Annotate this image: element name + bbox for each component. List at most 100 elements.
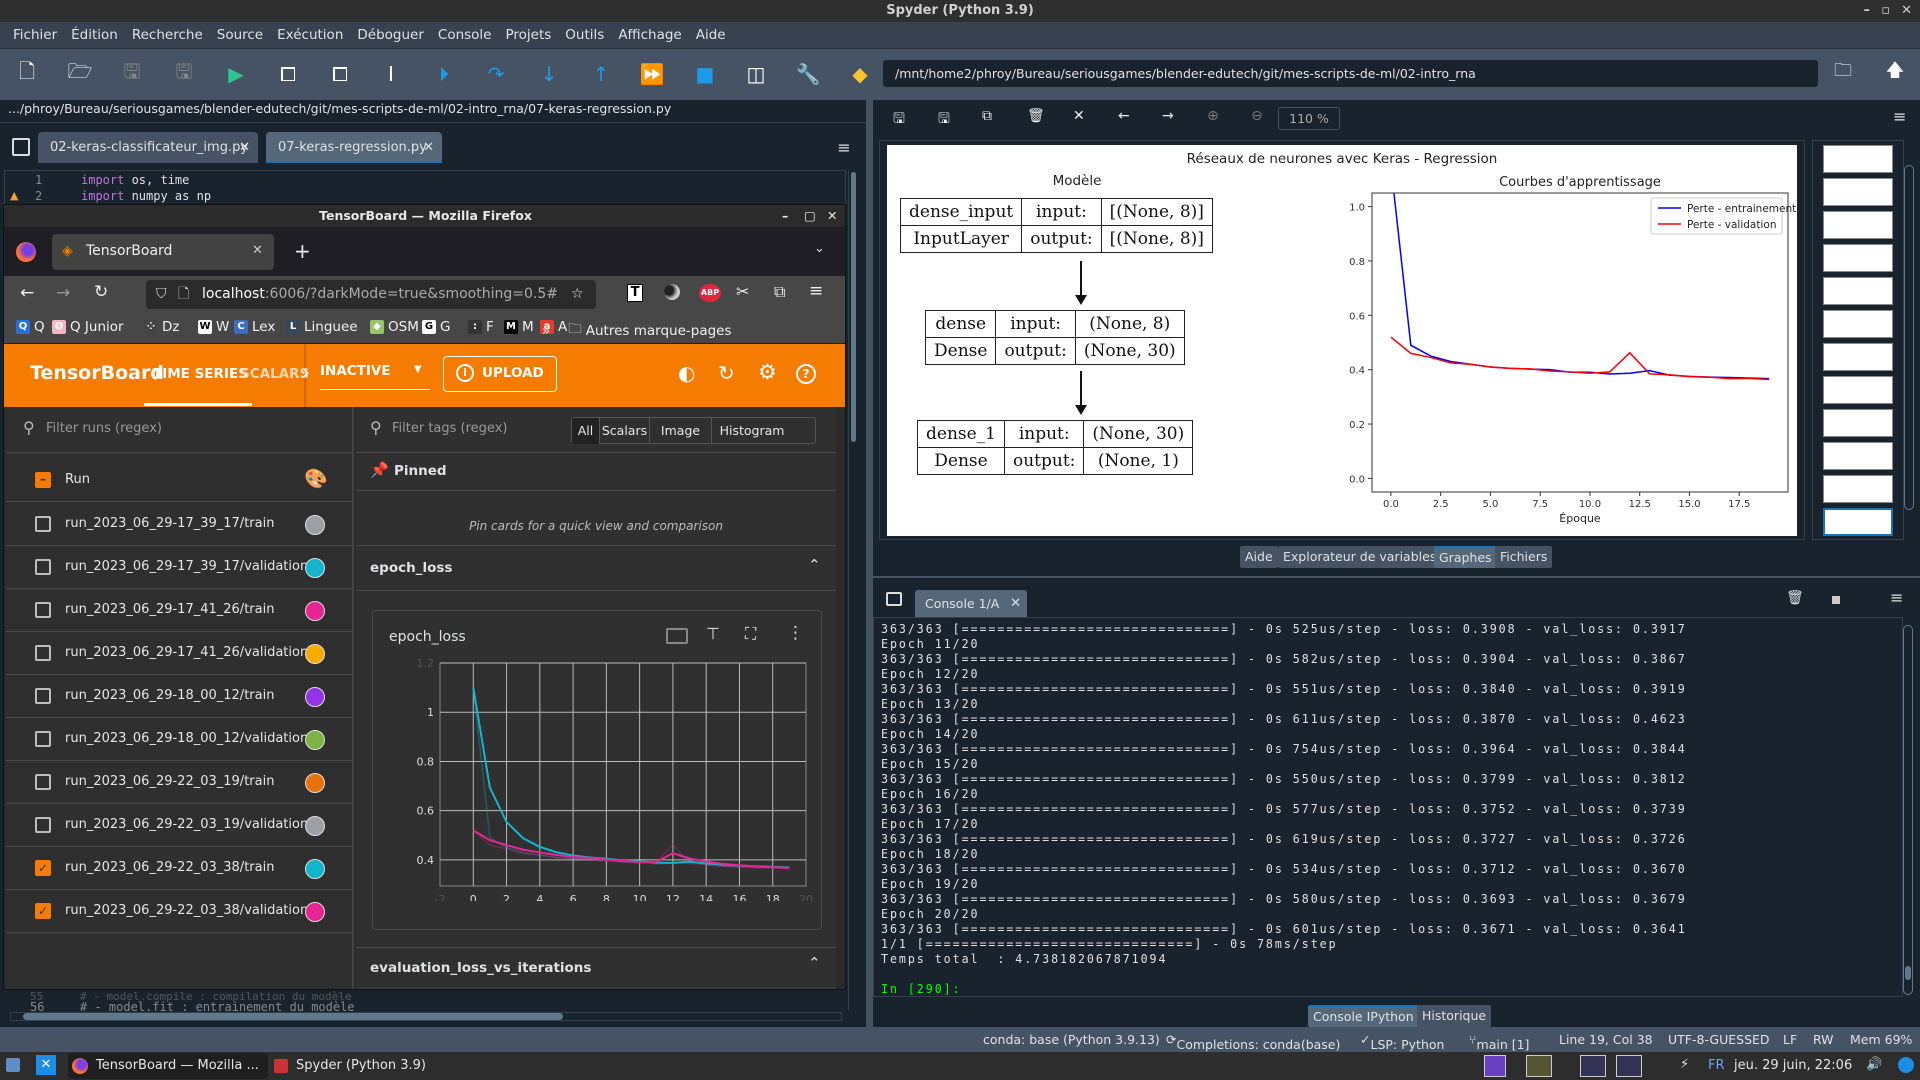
remove-icon[interactable]: 🗑 [1027,108,1045,124]
open-file-icon[interactable]: 🗁 [65,59,95,89]
plot-thumbnail[interactable] [1823,442,1893,470]
task-spyder[interactable]: Spyder (Python 3.9) [272,1053,432,1079]
run-checkbox[interactable] [35,645,51,661]
forward-icon[interactable]: → [56,283,70,303]
run-color-swatch[interactable] [305,601,325,621]
back-icon[interactable]: ← [20,283,34,303]
tag-filter-chip[interactable]: Histogram [712,418,792,444]
workspace-4-icon[interactable] [1616,1055,1642,1077]
menu-item[interactable]: Déboguer [350,27,431,43]
close-console-icon[interactable]: ✕ [1010,590,1021,617]
smoothed-series-line[interactable] [472,687,790,869]
run-checkbox[interactable]: ✓ [35,903,51,919]
console-prompt[interactable]: In [290]: [881,981,962,996]
run-icon[interactable]: ▶ [221,59,251,89]
bookmark-item[interactable]: ʘ Q Junior [52,319,124,335]
screenshot-icon[interactable]: ✂ [736,282,749,301]
nav-time-series[interactable]: TIME SERIES [153,366,248,382]
editor-vertical-scrollbar[interactable] [848,170,858,1010]
console-options-icon[interactable]: ≡ [1890,588,1903,607]
run-color-swatch[interactable] [305,730,325,750]
tag-filter-chip[interactable]: All [572,418,600,444]
help-icon[interactable]: ? [796,364,816,384]
bookmark-item[interactable]: QQ [16,319,45,335]
save-icon[interactable]: 🖫 [893,108,905,132]
ipython-console[interactable]: 363/363 [==============================]… [873,617,1903,997]
plots-options-icon[interactable]: ≡ [1893,107,1906,126]
right-pane-tab[interactable]: Aide [1240,546,1278,568]
fullscreen-icon[interactable]: ⛶ [745,624,756,644]
tag-filter-chip[interactable]: Image [650,418,712,444]
console-scrollbar[interactable] [1903,625,1913,995]
run-row[interactable]: run_2023_06_29-18_00_12/train [6,675,352,718]
workspace-3-icon[interactable] [1580,1055,1606,1077]
previous-icon[interactable]: ← [1118,108,1130,124]
dark-mode-icon[interactable]: ◐ [678,361,695,385]
editor-options-icon[interactable]: ≡ [834,138,854,157]
run-cell-advance-icon[interactable]: ⧠ [325,59,355,89]
console-bottom-tab[interactable]: Console IPython [1308,1005,1419,1027]
collapse-chevron-icon[interactable]: ⌃ [808,954,821,972]
warning-icon[interactable]: ▲ [10,189,18,202]
minimize-icon[interactable]: – [782,205,788,227]
palette-icon[interactable]: 🎨 [304,467,328,490]
upload-button[interactable]: i UPLOAD [443,356,557,392]
keyboard-layout[interactable]: FR [1708,1058,1725,1073]
bookmark-item[interactable]: MM [504,319,534,335]
run-checkbox[interactable] [35,817,51,833]
run-color-swatch[interactable] [305,644,325,664]
maximize-icon[interactable]: ▫ [1881,0,1890,22]
new-file-icon[interactable]: 🗋 [12,59,42,89]
url-bar[interactable]: ⛉ 🗋 localhost:6006/?darkMode=true&smooth… [146,280,596,309]
browse-consoles-icon[interactable] [886,592,902,606]
reload-icon[interactable]: ↻ [94,282,108,302]
run-checkbox[interactable] [35,602,51,618]
network-icon[interactable]: ⚡ [1680,1057,1689,1072]
plugin-select[interactable]: INACTIVE ▼ [320,356,430,390]
editor-horizontal-scrollbar[interactable] [10,1012,842,1021]
menu-item[interactable]: Exécution [270,27,350,43]
bookmark-item[interactable]: ⁘ Dz [144,319,179,335]
save-all-icon[interactable]: 🖫 [169,59,199,89]
fit-domain-icon[interactable] [666,628,688,644]
close-tab-icon[interactable]: ✕ [423,132,434,163]
run-row[interactable]: run_2023_06_29-17_39_17/validation [6,546,352,589]
zoom-in-icon[interactable]: ⊕ [1207,108,1219,124]
run-checkbox[interactable] [35,516,51,532]
run-color-swatch[interactable] [305,687,325,707]
plot-thumbnail[interactable] [1823,277,1893,305]
run-color-swatch[interactable] [305,515,325,535]
editor-tab-active[interactable]: 07-keras-regression.py ✕ [266,132,442,163]
clock[interactable]: jeu. 29 juin, 22:06 [1734,1058,1852,1073]
extensions-icon[interactable]: ⧉ [774,282,785,302]
browse-folder-icon[interactable]: 🗀 [1830,60,1856,86]
step-out-icon[interactable]: ↑ [586,59,616,89]
right-pane-tab[interactable]: Explorateur de variables [1278,546,1442,568]
run-color-swatch[interactable] [305,902,325,922]
extension-icon[interactable] [664,284,680,300]
preferences-icon[interactable]: 🔧 [793,59,823,89]
adblock-icon[interactable]: ABP [699,284,721,302]
hamburger-menu-icon[interactable]: ≡ [809,281,823,301]
pin-card-icon[interactable]: ⊤ [706,624,720,643]
close-tab-icon[interactable]: ✕ [239,132,250,163]
bookmark-star-icon[interactable]: ☆ [571,280,584,309]
bookmark-item[interactable]: L Linguee [286,319,358,335]
bookmark-item[interactable]: WW [198,319,229,335]
run-checkbox[interactable]: ✓ [35,860,51,876]
editor-tab[interactable]: 02-keras-classificateur_img.py ✕ [38,132,258,163]
maximize-icon[interactable]: ▢ [804,205,816,227]
menu-item[interactable]: Source [210,27,270,43]
continue-icon[interactable]: ⏩ [637,59,667,89]
run-row[interactable]: run_2023_06_29-22_03_19/validation [6,804,352,847]
python-path-icon[interactable]: ◆ [845,59,875,89]
run-cell-icon[interactable]: ⧠ [273,59,303,89]
bookmark-item[interactable]: :F [468,319,494,335]
new-tab-icon[interactable]: + [294,239,311,263]
run-row[interactable]: run_2023_06_29-17_41_26/train [6,589,352,632]
code-editor[interactable]: 1 import os, time ▲ 2 import numpy as np [4,170,846,206]
stop-icon[interactable]: ■ [690,59,720,89]
menu-item[interactable]: Console [431,27,499,43]
save-icon[interactable]: 🖫 [117,59,147,89]
run-row[interactable]: ✓ run_2023_06_29-22_03_38/validation [6,890,352,933]
